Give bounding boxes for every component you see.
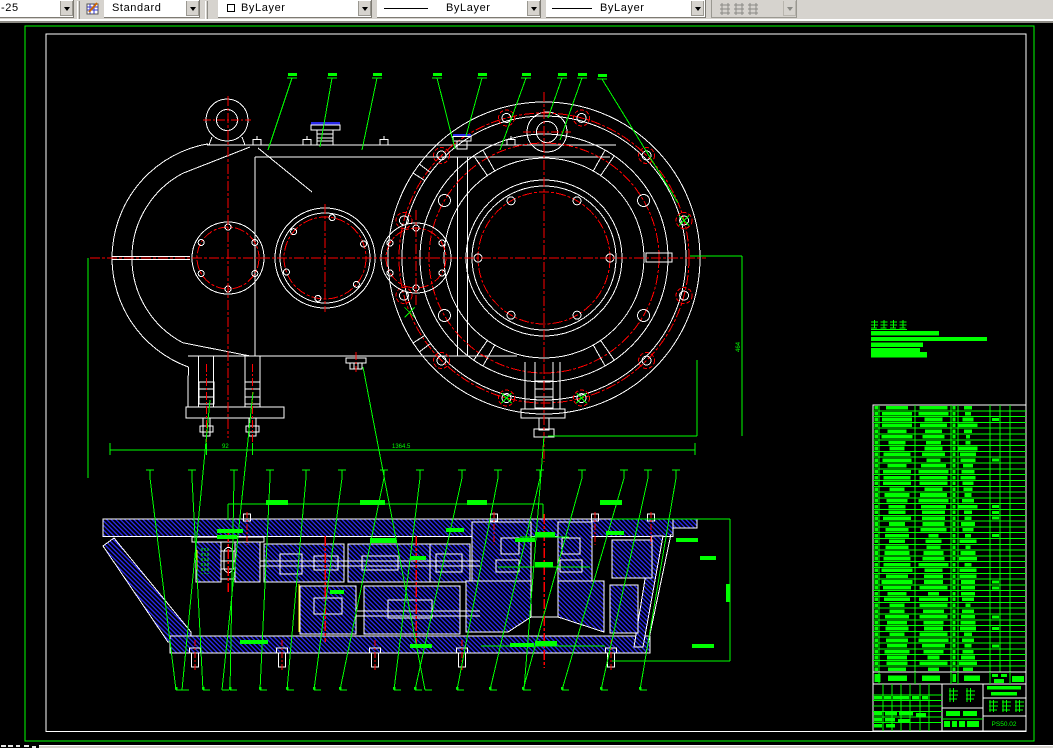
svg-text:92: 92 [222,444,229,450]
svg-text:PS50.02: PS50.02 [992,721,1017,728]
svg-text:1364.5: 1364.5 [392,444,411,450]
svg-text:464: 464 [736,341,742,352]
